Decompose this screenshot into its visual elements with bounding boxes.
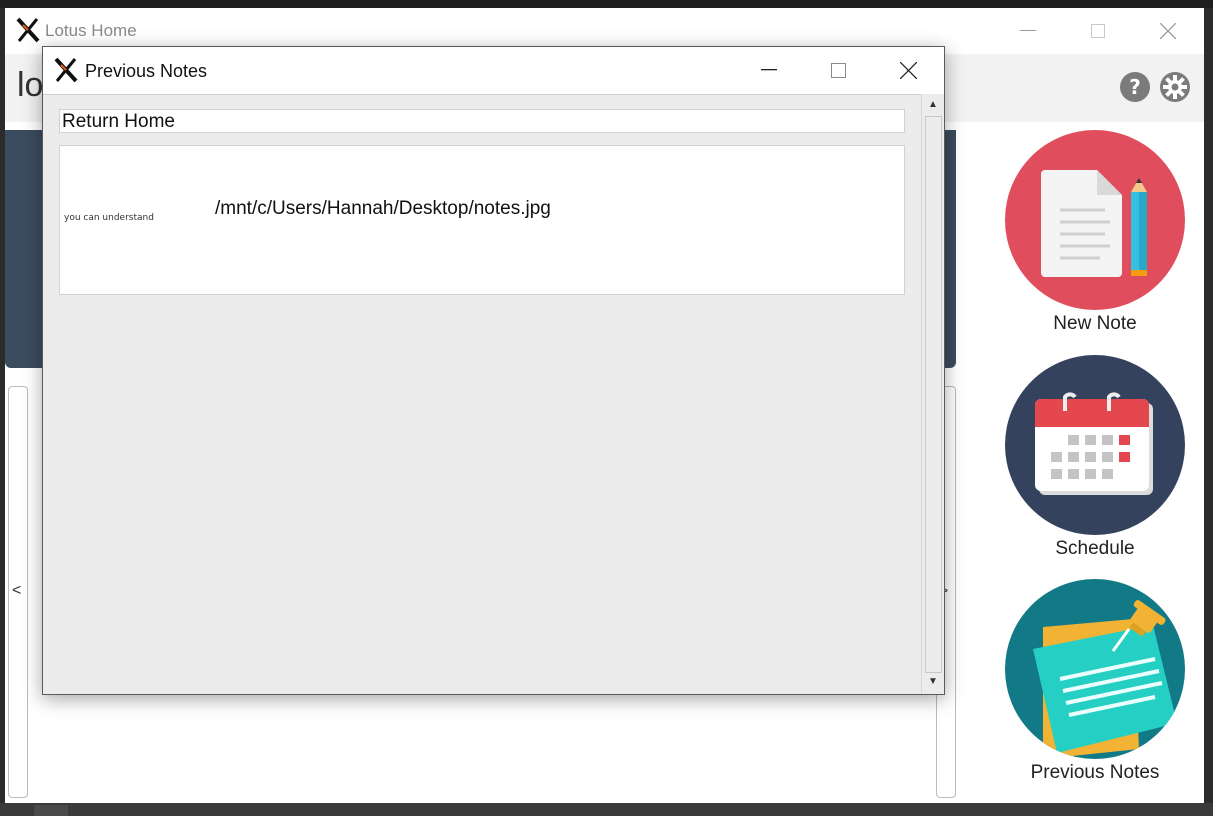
new-note-icon — [1005, 130, 1185, 310]
close-icon — [899, 61, 917, 79]
dialog-minimize-button[interactable] — [749, 55, 789, 85]
carousel-area — [31, 686, 931, 796]
scroll-down-arrow-icon[interactable]: ▼ — [922, 671, 944, 691]
x-logo-icon — [16, 17, 40, 43]
gear-icon[interactable] — [1159, 71, 1191, 103]
previous-notes-dialog: Previous Notes Return Home you can under… — [42, 46, 945, 695]
scroll-up-arrow-icon[interactable]: ▲ — [922, 94, 944, 114]
help-icon: ? — [1129, 75, 1141, 99]
dialog-maximize-button[interactable] — [818, 55, 858, 85]
minimize-icon — [761, 69, 777, 71]
maximize-icon — [1091, 24, 1105, 38]
taskbar — [0, 803, 1213, 816]
previous-notes-label: Previous Notes — [1030, 762, 1160, 783]
calendar-icon — [1005, 355, 1185, 535]
schedule-label: Schedule — [1055, 538, 1135, 559]
note-thumbnail: you can understand — [64, 213, 154, 223]
carousel-prev-button[interactable]: < — [8, 386, 28, 798]
help-button[interactable]: ? — [1120, 72, 1150, 102]
dialog-close-button[interactable] — [888, 55, 928, 85]
dialog-titlebar: Previous Notes — [43, 47, 944, 95]
sticky-note-icon — [1005, 579, 1185, 759]
schedule-button[interactable]: Schedule — [995, 355, 1195, 560]
main-maximize-button[interactable] — [1078, 16, 1118, 46]
close-icon — [1160, 23, 1176, 39]
new-note-button[interactable]: New Note — [995, 130, 1195, 335]
x-logo-icon — [54, 57, 78, 83]
minimize-icon — [1020, 30, 1036, 31]
main-window-title: Lotus Home — [45, 21, 137, 40]
previous-notes-button[interactable]: Previous Notes — [995, 579, 1195, 784]
taskbar-button[interactable] — [34, 805, 68, 816]
main-close-button[interactable] — [1148, 16, 1188, 46]
new-note-label: New Note — [1053, 313, 1137, 334]
thumbnail-text: you can understand — [64, 213, 154, 223]
note-list-item[interactable]: you can understand /mnt/c/Users/Hannah/D… — [59, 145, 905, 295]
maximize-icon — [830, 62, 846, 78]
scroll-track[interactable] — [925, 116, 942, 673]
carousel-prev-label: < — [12, 582, 22, 599]
main-minimize-button[interactable] — [1008, 16, 1048, 46]
dialog-title: Previous Notes — [85, 61, 208, 81]
return-home-button[interactable]: Return Home — [59, 109, 905, 133]
note-path: /mnt/c/Users/Hannah/Desktop/notes.jpg — [215, 198, 551, 219]
vertical-scrollbar[interactable]: ▲ ▼ — [921, 94, 944, 693]
background-terminal-top — [0, 0, 1213, 8]
app-name: lo — [17, 66, 44, 104]
